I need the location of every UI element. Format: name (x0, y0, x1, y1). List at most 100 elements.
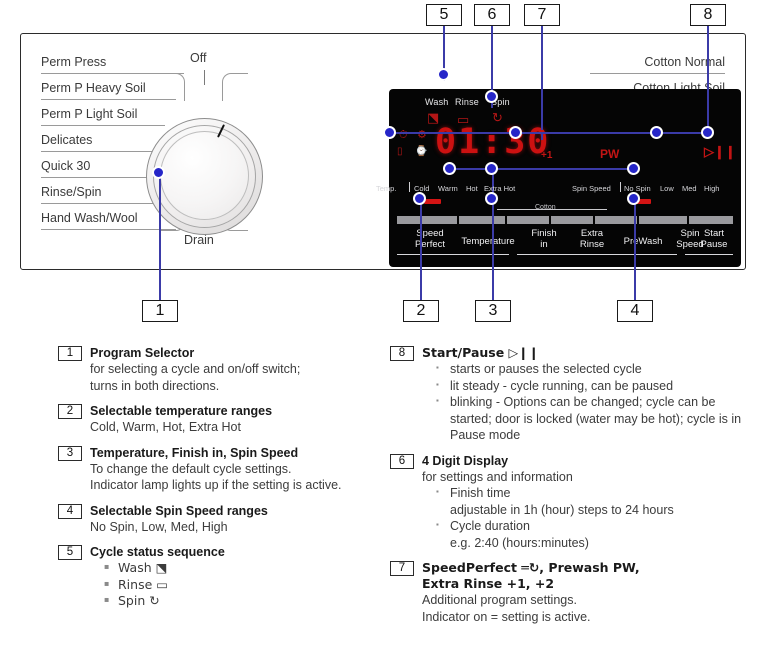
legend-num-7: 7 (390, 561, 414, 576)
legend-bullet-5-1: Rinse ▭ (104, 576, 388, 594)
timer-icon: ⏱ (399, 129, 408, 141)
water-tap-icon: ⚙ (417, 129, 427, 141)
spin-option-med[interactable]: Med (682, 184, 697, 193)
legend-title-8: Start/Pause ▷❙❙ (422, 345, 540, 360)
prewash-marker: PW (600, 147, 620, 161)
cycle-label-cotton-normal[interactable]: Cotton Normal (644, 55, 725, 69)
legend-line-2-0: Cold, Warm, Hot, Extra Hot (90, 420, 241, 434)
leader-7-stub (541, 132, 543, 140)
legend-num-6: 6 (390, 453, 414, 469)
spin-option-high[interactable]: High (704, 184, 719, 193)
dot-3a (485, 192, 498, 205)
legend-entry-6: 6 4 Digit Display for settings and infor… (390, 453, 760, 552)
cycle-label-perm-p-light-soil[interactable]: Perm P Light Soil (41, 107, 137, 121)
cycle-rule-4 (41, 151, 160, 152)
legend-bullet-8-0: starts or pauses the selected cycle (436, 360, 760, 378)
legend-bullets-6: Finish time adjustable in 1h (hour) step… (436, 484, 760, 551)
cycle-label-perm-press[interactable]: Perm Press (41, 55, 106, 69)
cycle-label-quick-30[interactable]: Quick 30 (41, 159, 90, 173)
callout-4: 4 (617, 300, 653, 322)
button-temperature-line1: Temperature (461, 236, 515, 247)
leader-8 (707, 26, 709, 130)
divider-right (685, 254, 733, 256)
cycle-label-perm-p-heavy-soil[interactable]: Perm P Heavy Soil (41, 81, 146, 95)
callout-2: 2 (403, 300, 439, 322)
dot-2 (413, 192, 426, 205)
callout-8: 8 (690, 4, 726, 26)
knob-inner-face (160, 131, 249, 220)
legend-num-5: 5 (58, 545, 82, 560)
legend-bullet-5-2: Spin ↻ (104, 592, 388, 610)
dot-speed-perfect (383, 126, 396, 139)
control-panel: Perm Press Perm P Heavy Soil Perm P Ligh… (20, 33, 746, 270)
legend-line-1-1: turns in both directions. (90, 378, 220, 393)
dot-1 (152, 166, 165, 179)
legend-entry-8: 8 Start/Pause ▷❙❙ starts or pauses the s… (390, 345, 760, 444)
legend-bullet-6-1: Cycle duration e.g. 2:40 (hours:minutes) (436, 517, 760, 551)
legend-bullets-5: Wash ⬔ Rinse ▭ Spin ↻ (104, 559, 388, 610)
callout-5: 5 (426, 4, 462, 26)
callout-1: 1 (142, 300, 178, 322)
legend-num-1: 1 (58, 346, 82, 361)
callout-6: 6 (474, 4, 510, 26)
iron-icon: ▯ (397, 146, 403, 157)
brace-left-top (159, 73, 185, 101)
leader-h-startpause (657, 132, 707, 134)
dot-temperature (443, 162, 456, 175)
touch-strip[interactable] (397, 216, 733, 224)
cycle-label-hand-wash-wool[interactable]: Hand Wash/Wool (41, 211, 138, 225)
button-start-pause-line1: Start (703, 228, 725, 239)
legend-title-6: 4 Digit Display (422, 453, 509, 468)
legend-line-6-0: for settings and information (422, 469, 573, 484)
button-finish-in-line2: in (540, 238, 548, 250)
leader-7 (541, 26, 543, 130)
child-lock-icon: ⌚ (415, 146, 428, 157)
callout-3: 3 (475, 300, 511, 322)
temp-scale-separator (409, 182, 410, 192)
button-start-pause[interactable]: Start Pause (689, 228, 739, 250)
legend-bullet-5-0: Wash ⬔ (104, 559, 388, 577)
button-prewash-line1: PreWash (623, 236, 663, 247)
legend-num-8: 8 (390, 346, 414, 361)
dot-finish-in (485, 162, 498, 175)
button-finish-in[interactable]: Finish in (519, 228, 569, 250)
legend-num-3: 3 (58, 445, 82, 461)
cycle-label-rinse-spin[interactable]: Rinse/Spin (41, 185, 101, 199)
legend-column-left: 1 Program Selector for selecting a cycle… (58, 345, 388, 619)
legend-entry-1: 1 Program Selector for selecting a cycle… (58, 345, 388, 394)
temp-option-hot[interactable]: Hot (466, 184, 478, 193)
legend-num-4: 4 (58, 503, 82, 519)
legend-bullet-6-0: Finish time adjustable in 1h (hour) step… (436, 484, 760, 518)
legend-entry-2: 2 Selectable temperature ranges Cold, Wa… (58, 403, 388, 436)
legend-line-4-0: No Spin, Low, Med, High (90, 519, 228, 534)
dot-8 (701, 126, 714, 139)
legend-title-5: Cycle status sequence (90, 545, 225, 559)
legend-entry-5: 5 Cycle status sequence Wash ⬔ Rinse ▭ S… (58, 544, 388, 610)
legend-title-3: Temperature, Finish in, Spin Speed (90, 445, 299, 460)
spin-scale-label: Spin Speed (572, 184, 611, 193)
legend-line-1-0: for selecting a cycle and on/off switch; (90, 362, 301, 376)
legend-line-7-0: Additional program settings. (422, 593, 577, 607)
temp-scale-label: Temp. (376, 184, 397, 193)
spin-option-no-spin[interactable]: No Spin (624, 184, 651, 193)
leader-4 (634, 200, 636, 300)
legend-line-3-0: To change the default cycle settings. (90, 461, 292, 476)
leader-1 (159, 174, 161, 300)
knob-off-tick (204, 70, 206, 85)
divider-mid (517, 254, 677, 256)
dot-5 (437, 68, 450, 81)
dot-spin-speed (627, 162, 640, 175)
button-start-pause-line2: Pause (700, 238, 728, 250)
dot-7b (650, 126, 663, 139)
legend-title-7b: Extra Rinse +1, +2 (422, 576, 555, 591)
spin-scale-separator (620, 182, 621, 192)
leader-2 (420, 200, 422, 300)
legend-line-7-1: Indicator on = setting is active. (422, 609, 591, 624)
leader-h-speedperfect (389, 132, 515, 134)
temp-option-warm[interactable]: Warm (438, 184, 458, 193)
spin-option-low[interactable]: Low (660, 184, 674, 193)
cycle-label-delicates[interactable]: Delicates (41, 133, 92, 147)
cycle-rule-2 (41, 99, 176, 100)
legend-entry-7: 7 SpeedPerfect ═↻, Prewash PW, Extra Rin… (390, 560, 760, 625)
status-label-rinse: Rinse (455, 97, 480, 107)
